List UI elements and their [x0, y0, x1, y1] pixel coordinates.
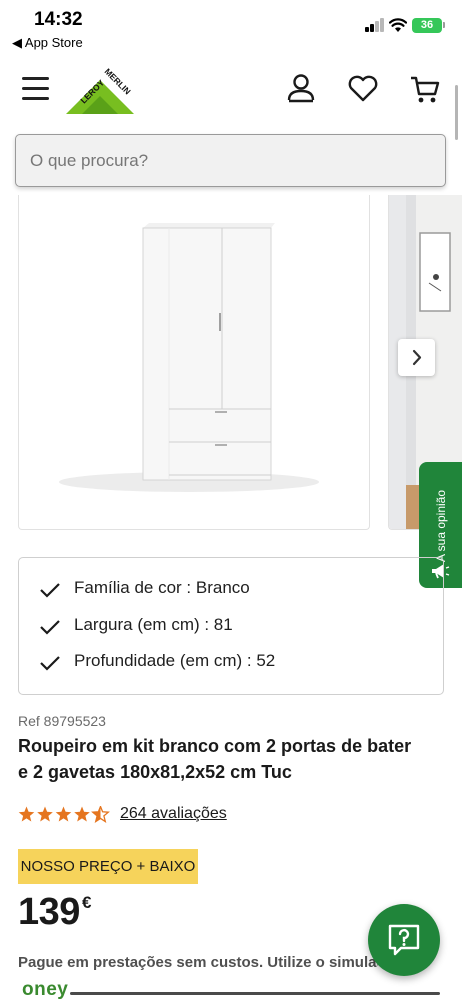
account-icon[interactable]: [284, 72, 318, 106]
reviews-link[interactable]: 264 avaliações: [120, 805, 227, 823]
battery-tip: [443, 22, 445, 28]
gallery-next-button[interactable]: [398, 339, 435, 376]
product-image-main[interactable]: [18, 195, 370, 530]
chevron-right-icon: [412, 349, 422, 366]
installments-text[interactable]: Pague em prestações sem custos. Utilize …: [18, 954, 378, 971]
star-full-icon: [37, 806, 53, 822]
help-chat-icon: [388, 924, 420, 956]
wardrobe-image: [59, 223, 319, 492]
search-box[interactable]: [15, 134, 446, 187]
product-attributes: Família de cor : Branco Largura (em cm) …: [18, 557, 444, 695]
heart-icon[interactable]: [346, 72, 380, 106]
back-to-app-store-link[interactable]: ◀ App Store: [12, 35, 83, 51]
product-title: Roupeiro em kit branco com 2 portas de b…: [18, 733, 448, 785]
feedback-label: A sua opinião: [434, 489, 448, 563]
product-title-line-2: e 2 gavetas 180x81,2x52 cm Tuc: [18, 762, 292, 782]
status-bar: 14:32 ◀ App Store 36: [0, 0, 462, 56]
attribute-text: Família de cor : Branco: [74, 578, 250, 597]
leroy-merlin-logo[interactable]: LEROY MERLIN: [60, 64, 140, 120]
price-currency: €: [82, 893, 92, 912]
check-icon: [40, 620, 60, 635]
attribute-text: Profundidade (em cm) : 52: [74, 651, 276, 670]
status-time: 14:32: [34, 9, 83, 30]
check-icon: [40, 656, 60, 671]
cart-icon[interactable]: [408, 72, 442, 106]
product-title-line-1: Roupeiro em kit branco com 2 portas de b…: [18, 736, 412, 756]
home-indicator: [70, 992, 440, 995]
site-header: LEROY MERLIN: [0, 58, 462, 124]
scroll-indicator: [455, 85, 458, 140]
product-reference: Ref 89795523: [18, 713, 106, 729]
star-full-icon: [55, 806, 72, 822]
star-full-icon: [18, 806, 35, 822]
menu-icon[interactable]: [22, 77, 50, 101]
help-chat-button[interactable]: [368, 904, 440, 976]
star-full-icon: [74, 806, 90, 822]
search-input[interactable]: [16, 135, 445, 186]
check-icon: [40, 583, 60, 598]
battery-icon: 36: [412, 18, 442, 33]
best-price-badge: NOSSO PREÇO + BAIXO: [18, 849, 198, 884]
oney-logo: oney: [22, 979, 69, 999]
rating-stars[interactable]: [18, 806, 110, 823]
attribute-text: Largura (em cm) : 81: [74, 615, 233, 634]
wifi-icon: [389, 18, 407, 32]
cellular-signal-icon: [365, 18, 385, 32]
product-price: 139: [18, 891, 80, 933]
